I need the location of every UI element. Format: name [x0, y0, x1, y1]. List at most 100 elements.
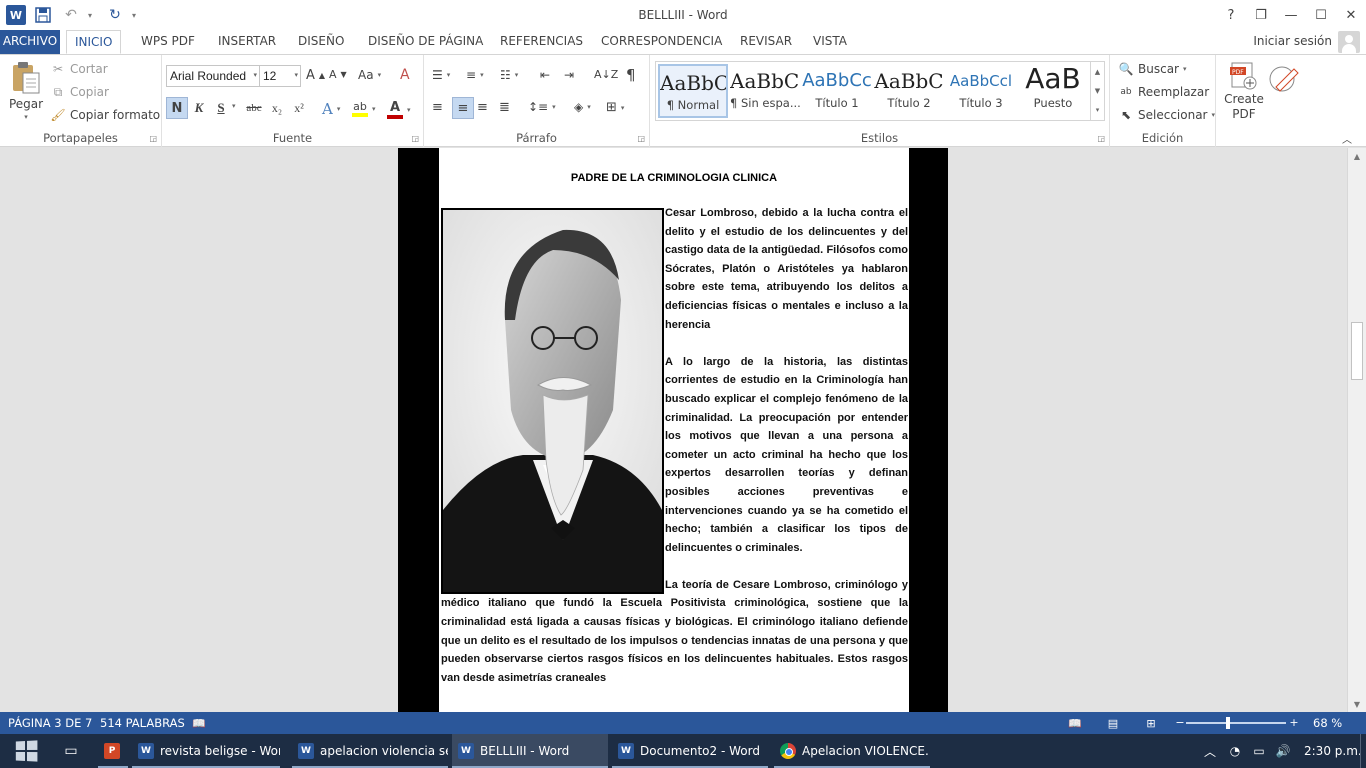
chevron-up-icon[interactable]: ▲ — [1095, 68, 1100, 76]
print-layout-icon[interactable]: ▤ — [1105, 715, 1121, 731]
style-heading-1[interactable]: AaBbCc Título 1 — [802, 64, 872, 118]
sign-pen-icon[interactable] — [1268, 63, 1302, 93]
styles-gallery-scroll[interactable]: ▲ ▼ ▾ — [1091, 61, 1105, 121]
close-button[interactable]: ✕ — [1336, 0, 1366, 30]
align-center-icon[interactable]: ≡ — [452, 97, 474, 119]
taskbar-app-active[interactable]: W BELLLIII - Word — [452, 734, 608, 768]
font-family-select[interactable]: Arial Rounded ▾ — [166, 65, 260, 87]
zoom-level[interactable]: 68 % — [1313, 716, 1342, 730]
align-right-icon[interactable]: ≡ — [477, 100, 488, 115]
increase-indent-icon[interactable]: ⇥ — [564, 68, 574, 82]
scroll-down-icon[interactable]: ▼ — [1348, 696, 1366, 712]
tab-page-layout[interactable]: DISEÑO DE PÁGINA — [360, 30, 491, 54]
highlight-color-icon[interactable]: ab ▾ — [352, 100, 376, 117]
align-left-icon[interactable]: ≡ — [432, 100, 443, 115]
bold-button[interactable]: N — [166, 97, 188, 119]
create-pdf-button[interactable]: PDF Create PDF — [1222, 61, 1266, 121]
clipboard-dialog-launcher-icon[interactable]: ◲ — [149, 134, 157, 143]
style-heading-3[interactable]: AaBbCcl Título 3 — [946, 64, 1016, 118]
taskbar-app[interactable]: W revista beligse - Word — [132, 734, 280, 768]
chevron-down-icon[interactable]: ▼ — [1095, 87, 1100, 95]
scroll-up-icon[interactable]: ▲ — [1348, 148, 1366, 164]
numbering-icon[interactable]: ≡ ▾ — [466, 68, 484, 82]
superscript-button[interactable]: x² — [288, 97, 310, 119]
web-layout-icon[interactable]: ⊞ — [1143, 715, 1159, 731]
show-hidden-icons-icon[interactable]: ︿ — [1201, 742, 1219, 760]
borders-icon[interactable]: ⊞ ▾ — [606, 100, 624, 115]
read-mode-icon[interactable]: 📖 — [1067, 715, 1083, 731]
sort-icon[interactable]: A↓Z — [594, 68, 618, 81]
text-effects-icon[interactable]: A ▾ — [322, 100, 340, 118]
maximize-button[interactable]: ☐ — [1306, 0, 1336, 30]
font-color-icon[interactable]: A ▾ — [387, 100, 411, 119]
help-icon[interactable]: ? — [1216, 0, 1246, 30]
tab-review[interactable]: REVISAR — [732, 30, 800, 54]
zoom-in-icon[interactable]: + — [1286, 714, 1302, 730]
document-page[interactable]: PADRE DE LA CRIMINOLOGIA CLINICA Cesar L… — [439, 148, 909, 712]
minimize-button[interactable]: — — [1276, 0, 1306, 30]
tab-design[interactable]: DISEÑO — [290, 30, 352, 54]
word-count[interactable]: 514 PALABRAS — [100, 716, 185, 730]
cut-button[interactable]: ✂ Cortar — [50, 61, 108, 77]
italic-button[interactable]: K — [188, 97, 210, 119]
bullets-icon[interactable]: ☰ ▾ — [432, 68, 450, 82]
show-formatting-marks-icon[interactable]: ¶ — [626, 66, 636, 84]
clock[interactable]: 2:30 p.m. — [1304, 744, 1362, 758]
taskbar-app[interactable]: W apelacion violencia se... — [292, 734, 448, 768]
style-normal[interactable]: AaBbCcDc ¶ Normal — [658, 64, 728, 118]
tab-insert[interactable]: INSERTAR — [210, 30, 284, 54]
select-button[interactable]: ⬉ Seleccionar ▾ — [1118, 107, 1215, 123]
zoom-slider[interactable] — [1186, 722, 1286, 724]
start-button[interactable] — [0, 734, 52, 768]
change-case-icon[interactable]: Aa ▾ — [358, 68, 381, 82]
strikethrough-button[interactable]: abc — [243, 97, 265, 119]
tab-home[interactable]: INICIO — [66, 30, 122, 54]
underline-button[interactable]: S — [210, 97, 232, 119]
font-size-select[interactable]: 12 ▾ — [259, 65, 301, 87]
find-button[interactable]: 🔍 Buscar ▾ — [1118, 61, 1187, 77]
style-title[interactable]: AaB Puesto — [1018, 64, 1088, 118]
volume-icon[interactable]: 🔊 — [1274, 742, 1292, 760]
more-styles-icon[interactable]: ▾ — [1096, 106, 1100, 114]
justify-icon[interactable]: ≣ — [499, 100, 510, 115]
clear-formatting-icon[interactable]: A — [400, 67, 410, 83]
styles-dialog-launcher-icon[interactable]: ◲ — [1097, 134, 1105, 143]
multilevel-list-icon[interactable]: ☷ ▾ — [500, 68, 518, 82]
subscript-button[interactable]: x₂ — [266, 97, 288, 119]
ribbon-display-options-icon[interactable]: ❐ — [1246, 0, 1276, 30]
tab-wps-pdf[interactable]: WPS PDF — [133, 30, 203, 54]
copy-button[interactable]: ⧉ Copiar — [50, 84, 109, 100]
paragraph-dialog-launcher-icon[interactable]: ◲ — [637, 134, 645, 143]
underline-dropdown-icon[interactable]: ▾ — [232, 102, 236, 110]
zoom-slider-thumb[interactable] — [1226, 717, 1230, 729]
paste-button[interactable]: Pegar ▾ — [8, 61, 44, 121]
grow-font-icon[interactable]: A ▲ — [306, 68, 325, 83]
tab-mailings[interactable]: CORRESPONDENCIA — [593, 30, 730, 54]
tab-view[interactable]: VISTA — [805, 30, 855, 54]
decrease-indent-icon[interactable]: ⇤ — [540, 68, 550, 82]
collapse-ribbon-icon[interactable]: ︿ — [1342, 131, 1352, 146]
font-dialog-launcher-icon[interactable]: ◲ — [411, 134, 419, 143]
show-desktop-button[interactable] — [1360, 734, 1366, 768]
tab-references[interactable]: REFERENCIAS — [492, 30, 591, 54]
taskbar-powerpoint[interactable]: P — [98, 734, 128, 768]
battery-icon[interactable]: ▭ — [1250, 742, 1268, 760]
vertical-scrollbar[interactable]: ▲ ▼ — [1347, 148, 1366, 712]
tab-file[interactable]: ARCHIVO — [0, 30, 60, 54]
user-avatar[interactable] — [1338, 31, 1360, 53]
scroll-thumb[interactable] — [1351, 322, 1363, 380]
sign-in-link[interactable]: Iniciar sesión — [1253, 34, 1332, 48]
line-spacing-icon[interactable]: ↕≡ ▾ — [528, 100, 556, 114]
shading-icon[interactable]: ◈ ▾ — [574, 100, 591, 114]
taskbar-app[interactable]: Apelacion VIOLENCE... — [774, 734, 930, 768]
task-view-icon[interactable]: ▭ — [60, 742, 82, 760]
replace-button[interactable]: ab Reemplazar — [1118, 84, 1209, 100]
taskbar-app[interactable]: W Documento2 - Word — [612, 734, 768, 768]
wifi-icon[interactable]: ◔ — [1226, 742, 1244, 760]
page-count[interactable]: PÁGINA 3 DE 7 — [8, 716, 92, 730]
style-no-spacing[interactable]: AaBbCcDc ¶ Sin espa... — [730, 64, 801, 118]
portrait-image[interactable] — [441, 208, 664, 594]
style-heading-2[interactable]: AaBbC Título 2 — [874, 64, 944, 118]
shrink-font-icon[interactable]: A ▼ — [329, 68, 347, 81]
proofing-icon[interactable]: 📖 — [191, 715, 207, 731]
